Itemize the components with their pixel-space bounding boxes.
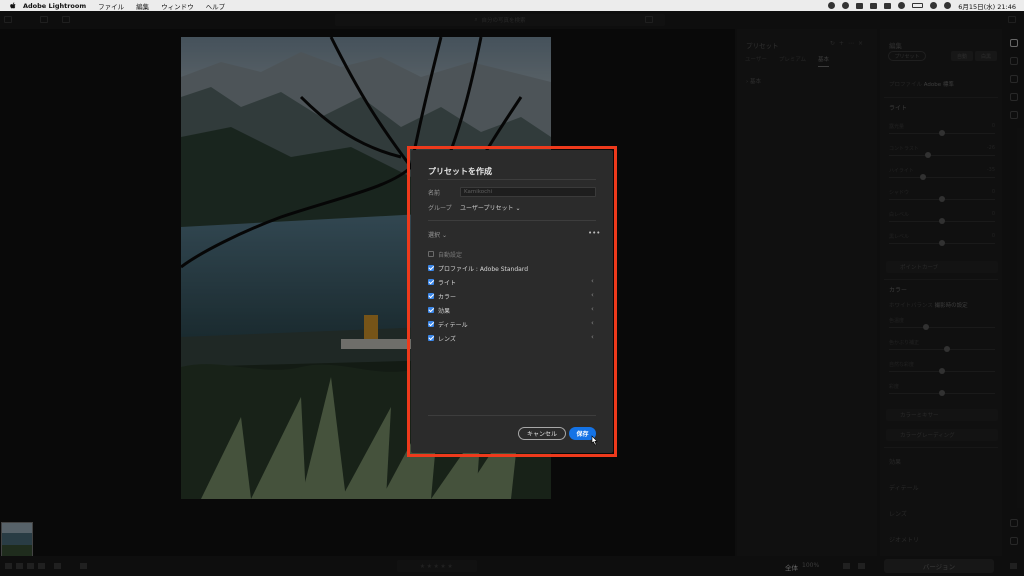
expand-chevron-icon[interactable]: ‹: [591, 333, 594, 341]
checkbox[interactable]: [428, 321, 434, 327]
wifi-icon[interactable]: [898, 2, 906, 9]
preset-setting-row[interactable]: カラー ‹: [428, 291, 598, 302]
menu-window[interactable]: ウィンドウ: [161, 1, 194, 11]
mouse-cursor-icon: [591, 435, 598, 446]
group-dropdown[interactable]: ユーザープリセット ⌄: [460, 203, 520, 212]
display-icon[interactable]: [856, 2, 864, 9]
chevron-down-icon: ⌄: [441, 232, 447, 239]
menu-help[interactable]: ヘルプ: [206, 1, 226, 11]
status-icon[interactable]: [828, 2, 836, 9]
setting-label: ライト: [438, 280, 457, 287]
preset-setting-row[interactable]: ライト ‹: [428, 277, 598, 288]
macos-menu-bar: Adobe Lightroom ファイル 編集 ウィンドウ ヘルプ 6月15日(…: [0, 0, 1024, 11]
checkbox[interactable]: [428, 251, 434, 257]
checkbox[interactable]: [428, 279, 434, 285]
divider: [428, 220, 596, 221]
menu-file[interactable]: ファイル: [98, 1, 124, 11]
expand-chevron-icon[interactable]: ‹: [591, 291, 594, 299]
preset-name-input[interactable]: [460, 187, 596, 197]
expand-chevron-icon[interactable]: ‹: [591, 277, 594, 285]
setting-label: プロファイル : Adobe Standard: [438, 266, 529, 273]
checkbox[interactable]: [428, 265, 434, 271]
setting-label: 効果: [438, 308, 451, 315]
preset-setting-row[interactable]: プロファイル : Adobe Standard: [428, 264, 598, 274]
divider: [428, 415, 596, 416]
app-menu[interactable]: Adobe Lightroom: [23, 2, 86, 10]
more-options-icon[interactable]: •••: [588, 229, 600, 237]
bluetooth-icon[interactable]: [884, 2, 892, 9]
dialog-title: プリセットを作成: [428, 167, 492, 176]
cancel-button[interactable]: キャンセル: [518, 427, 566, 440]
spotlight-icon[interactable]: [930, 2, 938, 9]
apple-menu-icon[interactable]: [9, 1, 17, 10]
battery-icon[interactable]: [912, 3, 924, 8]
divider: [428, 179, 596, 180]
setting-label: 自動設定: [438, 252, 463, 259]
preset-setting-row[interactable]: レンズ ‹: [428, 333, 598, 344]
control-center-icon[interactable]: [944, 2, 952, 9]
input-source-icon[interactable]: [870, 2, 878, 9]
menu-edit[interactable]: 編集: [136, 1, 149, 11]
checkbox[interactable]: [428, 293, 434, 299]
group-label: グループ: [428, 205, 452, 212]
setting-label: レンズ: [438, 336, 456, 343]
expand-chevron-icon[interactable]: ‹: [591, 319, 594, 327]
select-dropdown[interactable]: 選択 ⌄: [428, 230, 447, 239]
preset-setting-row[interactable]: ディテール ‹: [428, 319, 598, 330]
menubar-clock[interactable]: 6月15日(水) 21:46: [958, 1, 1016, 11]
expand-chevron-icon[interactable]: ‹: [591, 305, 594, 313]
setting-label: カラー: [438, 294, 457, 301]
preset-setting-row[interactable]: 自動設定: [428, 250, 598, 260]
chevron-down-icon: ⌄: [515, 205, 521, 212]
checkbox[interactable]: [428, 307, 434, 313]
menubar-status-area: 6月15日(水) 21:46: [828, 0, 1016, 11]
creative-cloud-icon[interactable]: [842, 2, 850, 9]
preset-setting-row[interactable]: 効果 ‹: [428, 305, 598, 316]
create-preset-dialog: プリセットを作成 名前 グループ ユーザープリセット ⌄ 選択 ⌄ ••• 自動…: [411, 150, 613, 453]
setting-label: ディテール: [438, 322, 468, 329]
name-label: 名前: [428, 190, 441, 197]
checkbox[interactable]: [428, 335, 434, 341]
